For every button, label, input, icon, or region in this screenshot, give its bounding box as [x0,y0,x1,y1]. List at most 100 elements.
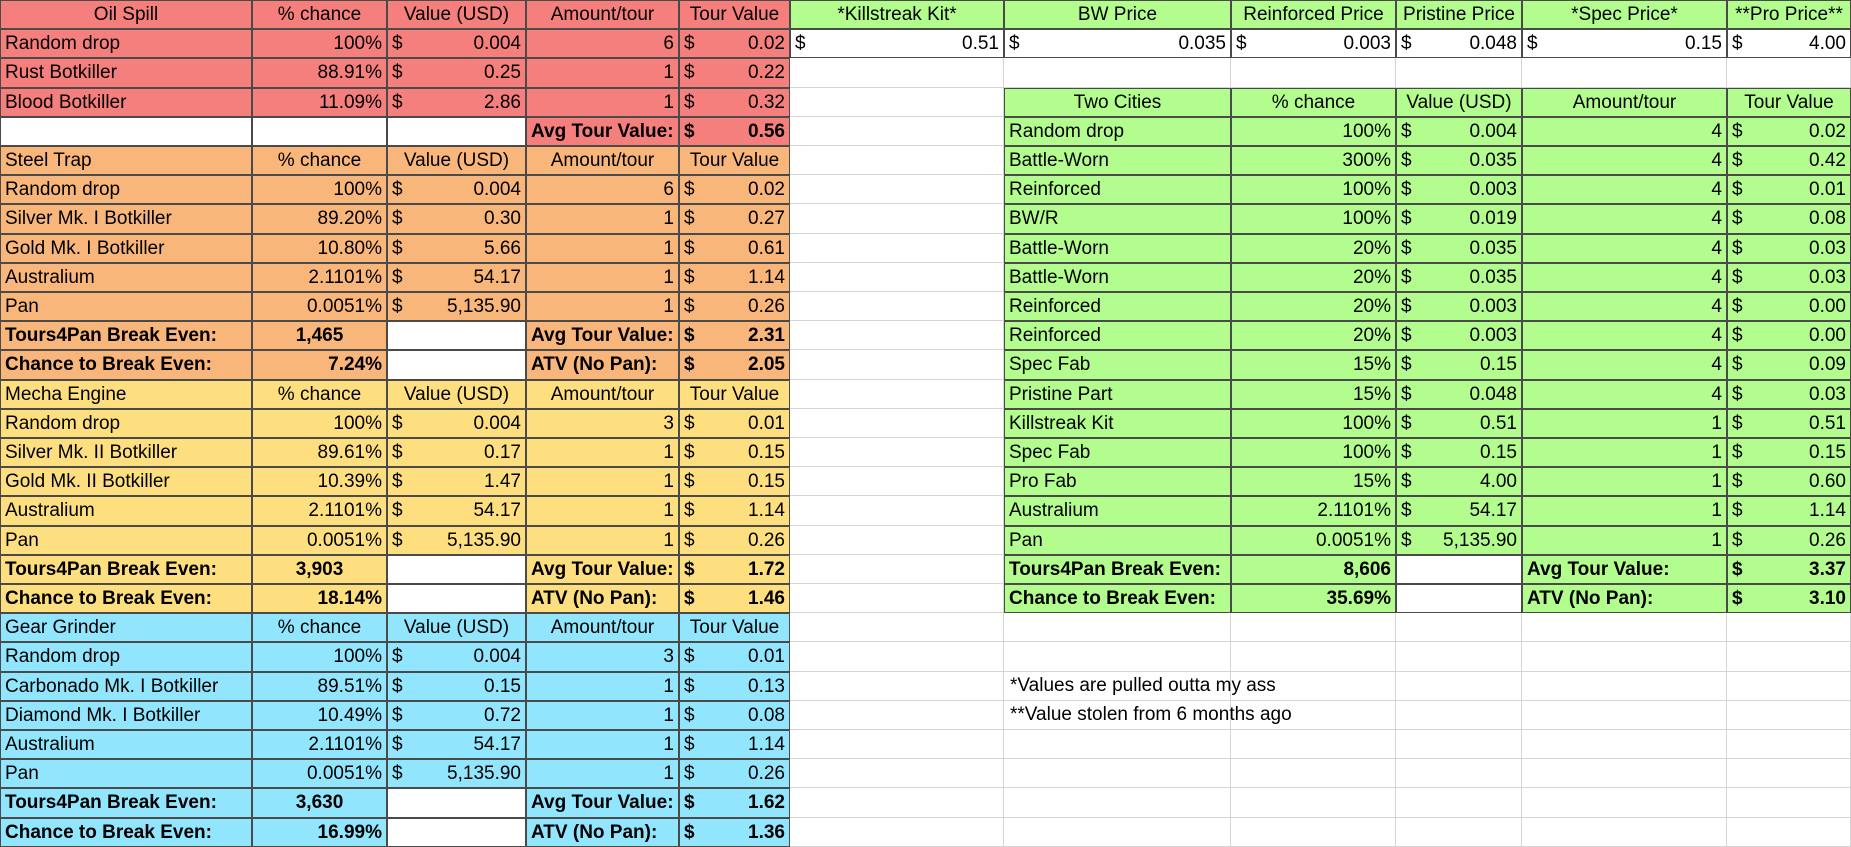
spreadsheet-grid[interactable]: Oil Spill% chance Value (USD) Amount/tour T… [0,0,1851,847]
grid-cell[interactable] [790,759,1004,789]
oil-spill-header-2[interactable]: Value (USD) [387,0,526,30]
gear-grinder-amount[interactable]: 3 [526,642,679,672]
gear-grinder-avg-value[interactable]: $1.36 [679,817,790,847]
two-cities-value[interactable]: $0.019 [1396,204,1522,234]
grid-cell[interactable] [1727,58,1851,88]
blank-cell[interactable] [252,116,387,146]
two-cities-amount[interactable]: 4 [1522,233,1727,263]
mecha-engine-chance[interactable]: 100% [252,408,387,438]
gear-grinder-amount[interactable]: 1 [526,730,679,760]
gear-grinder-tour-value[interactable]: $1.14 [679,730,790,760]
two-cities-amount[interactable]: 1 [1522,467,1727,497]
grid-cell[interactable] [1004,759,1231,789]
grid-cell[interactable] [790,175,1004,205]
blank-cell[interactable] [387,554,526,584]
steel-trap-tour-value[interactable]: $1.14 [679,262,790,292]
grid-cell[interactable] [1727,817,1851,847]
gear-grinder-value[interactable]: $0.15 [387,671,526,701]
steel-trap-tour-value[interactable]: $0.26 [679,292,790,322]
grid-cell[interactable] [1522,817,1727,847]
grid-cell[interactable] [790,730,1004,760]
two-cities-item-name[interactable]: Pristine Part [1004,379,1231,409]
mecha-engine-chance[interactable]: 89.61% [252,438,387,468]
grid-cell[interactable] [1727,613,1851,643]
mecha-engine-amount[interactable]: 3 [526,408,679,438]
grid-cell[interactable] [790,408,1004,438]
mecha-engine-item-name[interactable]: Pan [0,525,252,555]
steel-trap-chance[interactable]: 10.80% [252,233,387,263]
two-cities-avg-label[interactable]: Avg Tour Value: [1522,554,1727,584]
price-header-2[interactable]: Reinforced Price [1231,0,1396,30]
two-cities-value[interactable]: $0.51 [1396,408,1522,438]
gear-grinder-tour-value[interactable]: $0.08 [679,700,790,730]
steel-trap-value[interactable]: $0.30 [387,204,526,234]
two-cities-amount[interactable]: 4 [1522,292,1727,322]
blank-cell[interactable] [1396,584,1522,614]
mecha-engine-chance[interactable]: 0.0051% [252,525,387,555]
two-cities-item-name[interactable]: BW/R [1004,204,1231,234]
steel-trap-amount[interactable]: 1 [526,262,679,292]
steel-trap-amount[interactable]: 1 [526,204,679,234]
two-cities-item-name[interactable]: Random drop [1004,116,1231,146]
grid-cell[interactable] [1396,759,1522,789]
grid-cell[interactable] [1396,730,1522,760]
grid-cell[interactable] [790,671,1004,701]
gear-grinder-chance[interactable]: 10.49% [252,700,387,730]
blank-cell[interactable] [387,350,526,380]
two-cities-item-name[interactable]: Spec Fab [1004,350,1231,380]
mecha-engine-chance[interactable]: 10.39% [252,467,387,497]
mecha-engine-avg-value[interactable]: $1.72 [679,554,790,584]
grid-cell[interactable] [1727,642,1851,672]
two-cities-value[interactable]: $0.035 [1396,262,1522,292]
steel-trap-summary-value[interactable]: 1,465 [252,321,387,351]
two-cities-header-1[interactable]: % chance [1231,87,1396,117]
grid-cell[interactable] [790,700,1004,730]
two-cities-value[interactable]: $0.048 [1396,379,1522,409]
grid-cell[interactable] [1522,730,1727,760]
grid-cell[interactable] [790,438,1004,468]
gear-grinder-chance[interactable]: 89.51% [252,671,387,701]
steel-trap-chance[interactable]: 0.0051% [252,292,387,322]
oil-spill-tour-value[interactable]: $0.22 [679,58,790,88]
steel-trap-value[interactable]: $54.17 [387,262,526,292]
grid-cell[interactable] [790,613,1004,643]
steel-trap-header-0[interactable]: Steel Trap [0,146,252,176]
oil-spill-item-name[interactable]: Random drop [0,29,252,59]
gear-grinder-value[interactable]: $54.17 [387,730,526,760]
two-cities-chance[interactable]: 100% [1231,204,1396,234]
mecha-engine-avg-label[interactable]: ATV (No Pan): [526,584,679,614]
mecha-engine-tour-value[interactable]: $0.01 [679,408,790,438]
mecha-engine-summary-value[interactable]: 18.14% [252,584,387,614]
grid-cell[interactable] [1231,817,1396,847]
grid-cell[interactable] [790,496,1004,526]
oil-spill-value[interactable]: $0.25 [387,58,526,88]
grid-cell[interactable] [1727,788,1851,818]
steel-trap-item-name[interactable]: Australium [0,262,252,292]
two-cities-amount[interactable]: 1 [1522,496,1727,526]
oil-spill-avg-value[interactable]: $0.56 [679,116,790,146]
two-cities-summary-value[interactable]: 35.69% [1231,584,1396,614]
blank-cell[interactable] [387,321,526,351]
two-cities-item-name[interactable]: Reinforced [1004,175,1231,205]
price-header-0[interactable]: *Killstreak Kit* [790,0,1004,30]
mecha-engine-header-1[interactable]: % chance [252,379,387,409]
mecha-engine-item-name[interactable]: Gold Mk. II Botkiller [0,467,252,497]
price-value-1[interactable]: $0.035 [1004,29,1231,59]
grid-cell[interactable] [1396,788,1522,818]
grid-cell[interactable] [1231,759,1396,789]
two-cities-value[interactable]: $0.15 [1396,350,1522,380]
gear-grinder-amount[interactable]: 1 [526,671,679,701]
mecha-engine-chance[interactable]: 2.1101% [252,496,387,526]
steel-trap-amount[interactable]: 1 [526,292,679,322]
two-cities-amount[interactable]: 1 [1522,438,1727,468]
two-cities-tour-value[interactable]: $0.00 [1727,321,1851,351]
two-cities-value[interactable]: $0.035 [1396,233,1522,263]
two-cities-item-name[interactable]: Reinforced [1004,321,1231,351]
gear-grinder-summary-value[interactable]: 3,630 [252,788,387,818]
gear-grinder-tour-value[interactable]: $0.26 [679,759,790,789]
mecha-engine-value[interactable]: $54.17 [387,496,526,526]
steel-trap-amount[interactable]: 6 [526,175,679,205]
two-cities-tour-value[interactable]: $0.51 [1727,408,1851,438]
two-cities-amount[interactable]: 4 [1522,321,1727,351]
blank-cell[interactable] [0,116,252,146]
